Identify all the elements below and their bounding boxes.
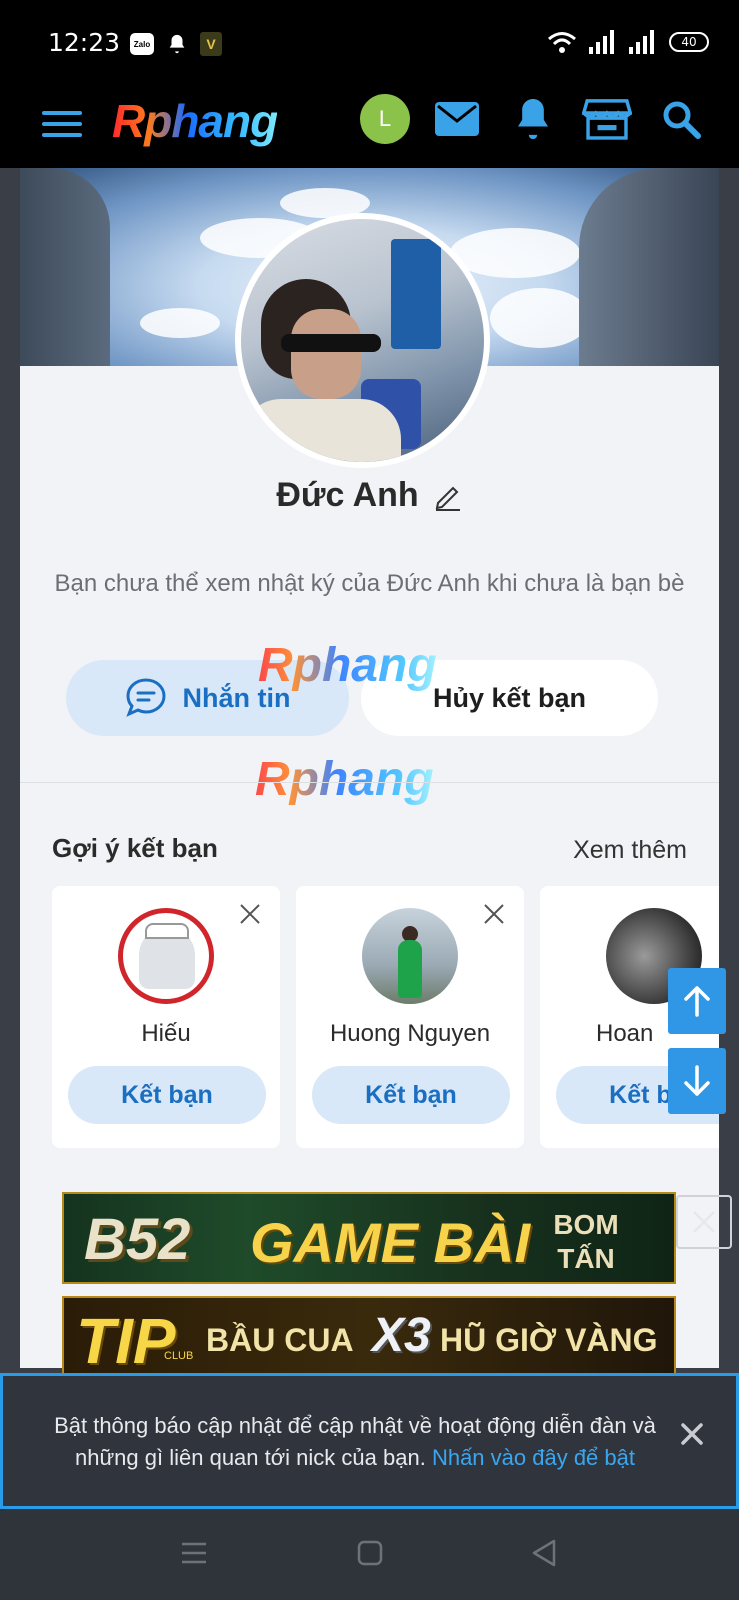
ad-banner-b52[interactable]: B52 GAME BÀI BOM TẤN	[62, 1192, 676, 1284]
enable-notification-link[interactable]: Nhấn vào đây để bật	[432, 1445, 635, 1470]
ad-x3: X3	[372, 1309, 431, 1362]
notification-banner: Bật thông báo cập nhật để cập nhật về ho…	[0, 1373, 739, 1509]
mail-icon[interactable]	[432, 94, 482, 144]
add-friend-button[interactable]: Kết bạn	[312, 1066, 510, 1124]
chat-bubble-icon	[125, 678, 166, 717]
status-bar: 12:23 Zalo V 40	[0, 0, 739, 88]
add-friend-label: Kết bạn	[121, 1080, 213, 1109]
profile-name-row: Đức Anh	[20, 476, 719, 515]
unfriend-label: Hủy kết bạn	[432, 682, 587, 713]
ad-brand: TIP	[76, 1305, 176, 1376]
back-icon[interactable]	[524, 1533, 564, 1573]
ad-tag-line2: TẤN	[557, 1243, 615, 1274]
ad-tagline: BOM TẤN	[536, 1208, 636, 1276]
notification-bell-icon	[169, 34, 185, 54]
app-v-icon: V	[200, 32, 222, 56]
site-logo[interactable]: Rphang	[112, 94, 278, 148]
suggestion-name: Huong Nguyen	[329, 1020, 491, 1047]
ad-close-button[interactable]	[676, 1195, 732, 1249]
search-icon[interactable]	[656, 94, 706, 144]
profile-avatar[interactable]	[235, 213, 490, 468]
notification-text: Bật thông báo cập nhật để cập nhật về ho…	[35, 1410, 675, 1474]
ad-sub: CLUB	[164, 1350, 194, 1362]
profile-card: Đức Anh Bạn chưa thể xem nhật ký của Đức…	[20, 168, 719, 1368]
suggestion-avatar[interactable]	[118, 908, 214, 1004]
suggestion-name: Hiếu	[141, 1020, 191, 1047]
site-header: Rphang L	[0, 88, 739, 168]
ad-brand: B52	[84, 1207, 191, 1272]
ad-title: GAME BÀI	[250, 1211, 530, 1274]
suggestion-avatar[interactable]	[362, 908, 458, 1004]
recents-icon[interactable]	[174, 1533, 214, 1573]
add-friend-button[interactable]: Kết bạn	[68, 1066, 266, 1124]
signal-icon-2	[629, 30, 654, 54]
wifi-icon	[548, 32, 576, 53]
close-icon[interactable]	[238, 902, 262, 926]
home-icon[interactable]	[350, 1533, 390, 1573]
private-notice: Bạn chưa thể xem nhật ký của Đức Anh khi…	[54, 570, 685, 597]
bell-icon[interactable]	[508, 94, 558, 144]
close-icon[interactable]	[482, 902, 506, 926]
watermark: Rphang	[258, 639, 437, 692]
store-icon[interactable]	[582, 94, 632, 144]
ad-text: BẦU CUA	[206, 1322, 354, 1358]
add-friend-label: Kết bạn	[365, 1080, 457, 1109]
suggestion-card: Hiếu Kết bạn	[52, 886, 280, 1148]
suggestion-card: Huong Nguyen Kết bạn	[296, 886, 524, 1148]
divider	[20, 782, 719, 783]
status-time: 12:23	[48, 28, 121, 57]
system-nav-bar	[0, 1509, 739, 1600]
signal-icon	[589, 30, 614, 54]
ad-tail: HŨ GIỜ VÀNG	[440, 1322, 658, 1358]
zalo-icon: Zalo	[130, 33, 154, 55]
menu-icon[interactable]	[42, 104, 82, 144]
suggestion-name: Hoan	[596, 1020, 654, 1047]
arrow-down-icon	[684, 1065, 710, 1096]
scroll-down-button[interactable]	[668, 1048, 726, 1114]
edit-icon[interactable]	[433, 481, 463, 511]
arrow-up-icon	[684, 986, 710, 1017]
close-icon[interactable]	[678, 1420, 706, 1448]
see-more-link[interactable]: Xem thêm	[573, 836, 687, 865]
profile-name: Đức Anh	[276, 476, 419, 514]
ad-tag-line1: BOM	[553, 1209, 619, 1240]
suggestions-title: Gợi ý kết bạn	[52, 833, 218, 863]
battery-icon: 40	[669, 32, 709, 52]
close-icon	[693, 1211, 715, 1233]
watermark: Rphang	[255, 753, 434, 806]
scroll-up-button[interactable]	[668, 968, 726, 1034]
status-left-icons: Zalo V	[130, 32, 222, 56]
status-right-icons: 40	[547, 30, 709, 54]
ad-banner-tip[interactable]: TIP CLUB BẦU CUA X3 HŨ GIỜ VÀNG	[62, 1296, 676, 1376]
user-avatar[interactable]: L	[360, 94, 410, 144]
